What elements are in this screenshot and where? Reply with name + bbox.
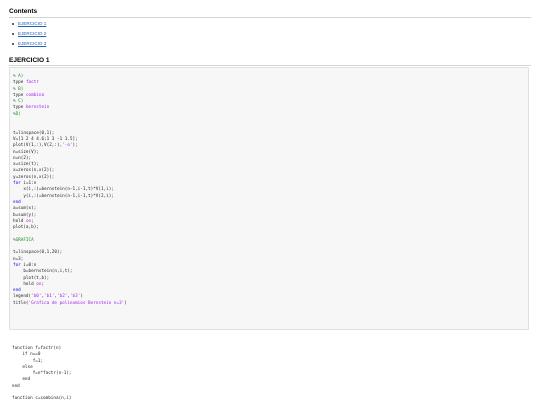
code-token: bernstein xyxy=(25,105,50,111)
code-token: i=1:n xyxy=(20,181,37,187)
code-token: end xyxy=(13,199,21,205)
contents-heading: Contents xyxy=(9,8,38,15)
table-of-contents: EJERCICIO 1 EJERCICIO 2 EJERCICIO 3 xyxy=(9,19,46,49)
code-token: 'b0' xyxy=(31,294,42,300)
code-token: if n==0 xyxy=(12,352,41,358)
code-token: b=bernstein(n,i,t); xyxy=(13,269,73,275)
code-token: b=sum(y); xyxy=(13,212,37,218)
code-token: end xyxy=(12,377,31,383)
code-token: 'b1' xyxy=(44,294,55,300)
code-token: % B) xyxy=(13,86,24,92)
code-token: '-o' xyxy=(62,143,73,149)
code-token: t=linspace(0,1); xyxy=(13,130,55,136)
code-token: % A) xyxy=(13,74,24,79)
code-token: x(i,:)=bernstein(n-1,i-1,t)*V(1,i); xyxy=(13,187,114,193)
toc-item-ejercicio-2: EJERCICIO 2 xyxy=(9,29,46,39)
code-token: n=size(V); xyxy=(13,149,39,155)
code-token: %D) xyxy=(13,111,21,117)
code-token: type xyxy=(13,92,26,98)
code-token: hold xyxy=(13,218,26,224)
code-token: function f=factr(n) xyxy=(12,346,62,351)
code-token: f=n*factr(n-1); xyxy=(12,371,72,377)
code-token: else xyxy=(12,364,33,370)
code-token: plot(a,b); xyxy=(13,225,39,231)
code-token: x=size(t); xyxy=(13,162,39,168)
toc-link-ejercicio-3[interactable]: EJERCICIO 3 xyxy=(18,41,46,46)
section-divider xyxy=(9,65,531,66)
code-lines: % A) type factr% B) type combina% C) type b… xyxy=(13,74,127,307)
code-token: type xyxy=(13,80,26,86)
code-line: title('Grafica de polinomios Bernstein n… xyxy=(13,301,127,307)
code-token: legend( xyxy=(13,294,32,300)
output-lines: function f=factr(n) if n==0 f=1; else f=… xyxy=(12,346,72,403)
code-token: hold xyxy=(13,281,37,287)
code-token: ; xyxy=(31,218,34,224)
code-token: a=sum(x); xyxy=(13,206,37,212)
code-token: for xyxy=(13,181,21,187)
code-token: t=linspace(0,1,20); xyxy=(13,250,63,256)
code-token: 'Grafica de polinomios Bernstein n=3' xyxy=(28,300,125,306)
code-token: y=zeros(n,x(2)); xyxy=(13,174,55,180)
contents-divider xyxy=(9,17,531,18)
code-token: n=3; xyxy=(13,256,24,262)
toc-item-ejercicio-3: EJERCICIO 3 xyxy=(9,39,46,49)
code-token: end xyxy=(13,288,21,294)
code-block: % A) type factr% B) type combina% C) type b… xyxy=(9,67,529,330)
code-token: 'b2' xyxy=(57,294,68,300)
code-token: ) xyxy=(124,300,127,306)
code-token: V=[1 2 4 4.6;1 3 -1 1.5]; xyxy=(13,136,78,142)
section-heading: EJERCICIO 1 xyxy=(9,57,50,64)
code-token: n=n(2); xyxy=(13,155,32,161)
code-token: 'b3' xyxy=(69,294,81,300)
toc-item-ejercicio-1: EJERCICIO 1 xyxy=(9,19,46,29)
code-line: y(i,:)=bernstein(n-1,i-1,t)*V(2,i); xyxy=(13,194,127,200)
code-token: combina xyxy=(25,92,45,98)
toc-link-ejercicio-1[interactable]: EJERCICIO 1 xyxy=(18,21,46,26)
code-token: function c=combina(n,i) xyxy=(12,396,72,402)
code-token: plot(V(1,:),V(2,:), xyxy=(13,143,63,149)
code-token: end xyxy=(12,383,20,389)
code-token: type xyxy=(13,105,26,111)
code-line: function c=combina(n,i) xyxy=(12,396,72,402)
code-token: title( xyxy=(13,300,29,306)
code-token: plot(t,b); xyxy=(13,275,50,281)
code-token: % C) xyxy=(13,99,24,105)
code-token: ; xyxy=(41,281,45,287)
code-token: for xyxy=(13,262,21,268)
code-token: i=0:n xyxy=(20,262,37,268)
toc-link-ejercicio-2[interactable]: EJERCICIO 2 xyxy=(18,31,46,36)
code-token: %GRAFICA xyxy=(13,237,34,243)
code-token: x=zeros(n,x(2)); xyxy=(13,168,55,174)
code-token: factr xyxy=(25,80,39,86)
code-token: y(i,:)=bernstein(n-1,i-1,t)*V(2,i); xyxy=(13,193,114,199)
code-token: ); xyxy=(72,143,78,149)
published-page: Contents EJERCICIO 1 EJERCICIO 2 EJERCIC… xyxy=(0,0,540,405)
code-token: f=1; xyxy=(12,358,44,364)
code-token: ) xyxy=(80,294,83,300)
